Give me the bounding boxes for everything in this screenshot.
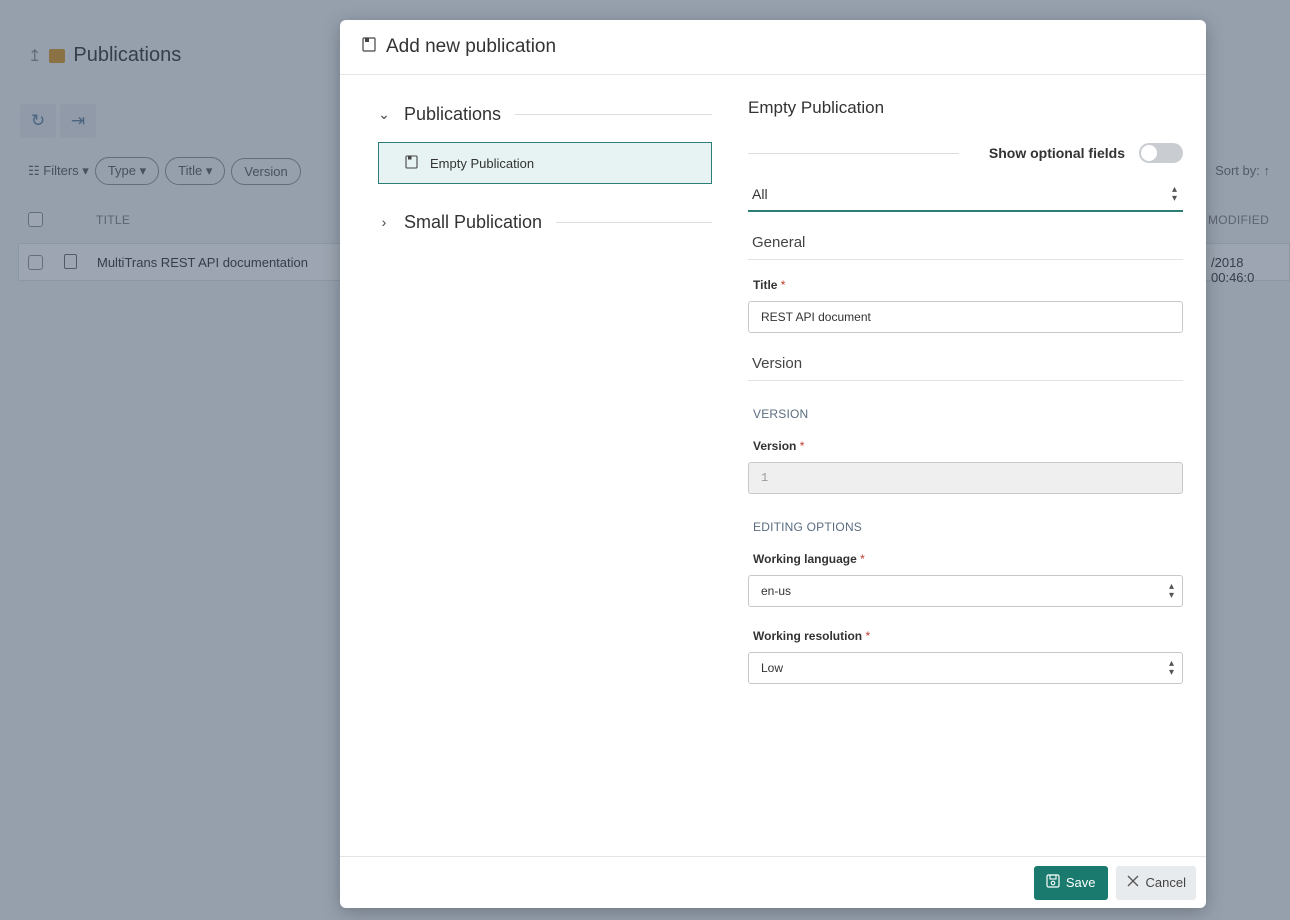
required-mark: * [799,439,805,453]
optional-fields-row: Show optional fields [748,142,1183,164]
tree-group-publications[interactable]: ⌄ Publications [378,100,712,128]
required-mark: * [860,552,865,566]
book-icon [405,154,418,172]
select-arrows-icon: ▴ ▾ [1171,184,1177,204]
working-language-select[interactable]: en-us ▴ ▾ [748,575,1183,607]
divider [515,113,712,115]
tree-item-label: Empty Publication [430,155,535,171]
chevron-right-icon[interactable]: › [378,214,390,230]
dialog-footer: Save Cancel [340,856,1206,908]
divider [748,152,959,154]
version-label: Version * [753,439,805,453]
cancel-label: Cancel [1145,875,1186,890]
divider [556,221,712,223]
dialog-header: Add new publication [340,20,1206,75]
save-icon [1046,874,1060,891]
version-input-value: 1 [761,471,769,485]
working-language-value: en-us [761,584,792,598]
title-input-value: REST API document [761,310,871,324]
title-label: Title * [753,278,786,292]
show-optional-toggle[interactable] [1139,143,1183,163]
section-version: Version [748,347,1183,381]
toggle-knob [1141,145,1157,161]
required-mark: * [780,278,786,292]
close-icon [1126,874,1140,891]
select-arrows-icon: ▴ ▾ [1168,658,1174,678]
field-filter-value: All [752,186,768,202]
select-arrows-icon: ▴ ▾ [1168,581,1174,601]
dialog-title: Add new publication [386,36,557,57]
save-button[interactable]: Save [1033,865,1108,900]
version-input: 1 [748,462,1183,494]
tree-group-label: Small Publication [404,211,543,232]
cancel-button[interactable]: Cancel [1115,865,1196,900]
publication-form: Empty Publication Show optional fields A… [748,98,1183,684]
field-filter-select[interactable]: All ▴ ▾ [748,178,1183,212]
required-mark: * [865,629,871,643]
tree-group-small-publication[interactable]: › Small Publication [378,208,712,236]
working-resolution-label: Working resolution * [753,629,871,643]
section-general: General [748,226,1183,260]
title-input[interactable]: REST API document [748,301,1183,333]
working-language-label: Working language * [753,552,865,566]
tree-group-label: Publications [404,103,502,124]
book-icon [362,36,376,58]
version-caption: VERSION [753,407,809,421]
tree-item-empty-publication[interactable]: Empty Publication [378,142,712,184]
show-optional-label: Show optional fields [988,145,1125,161]
template-tree: ⌄ Publications Empty Publication › Small… [378,100,712,236]
form-heading: Empty Publication [748,98,885,117]
working-resolution-value: Low [761,661,784,675]
add-publication-dialog: Add new publication ⌄ Publications Empty… [340,20,1206,908]
working-resolution-select[interactable]: Low ▴ ▾ [748,652,1183,684]
chevron-down-icon[interactable]: ⌄ [378,106,390,123]
editing-options-caption: EDITING OPTIONS [753,520,863,534]
save-label: Save [1065,875,1096,890]
